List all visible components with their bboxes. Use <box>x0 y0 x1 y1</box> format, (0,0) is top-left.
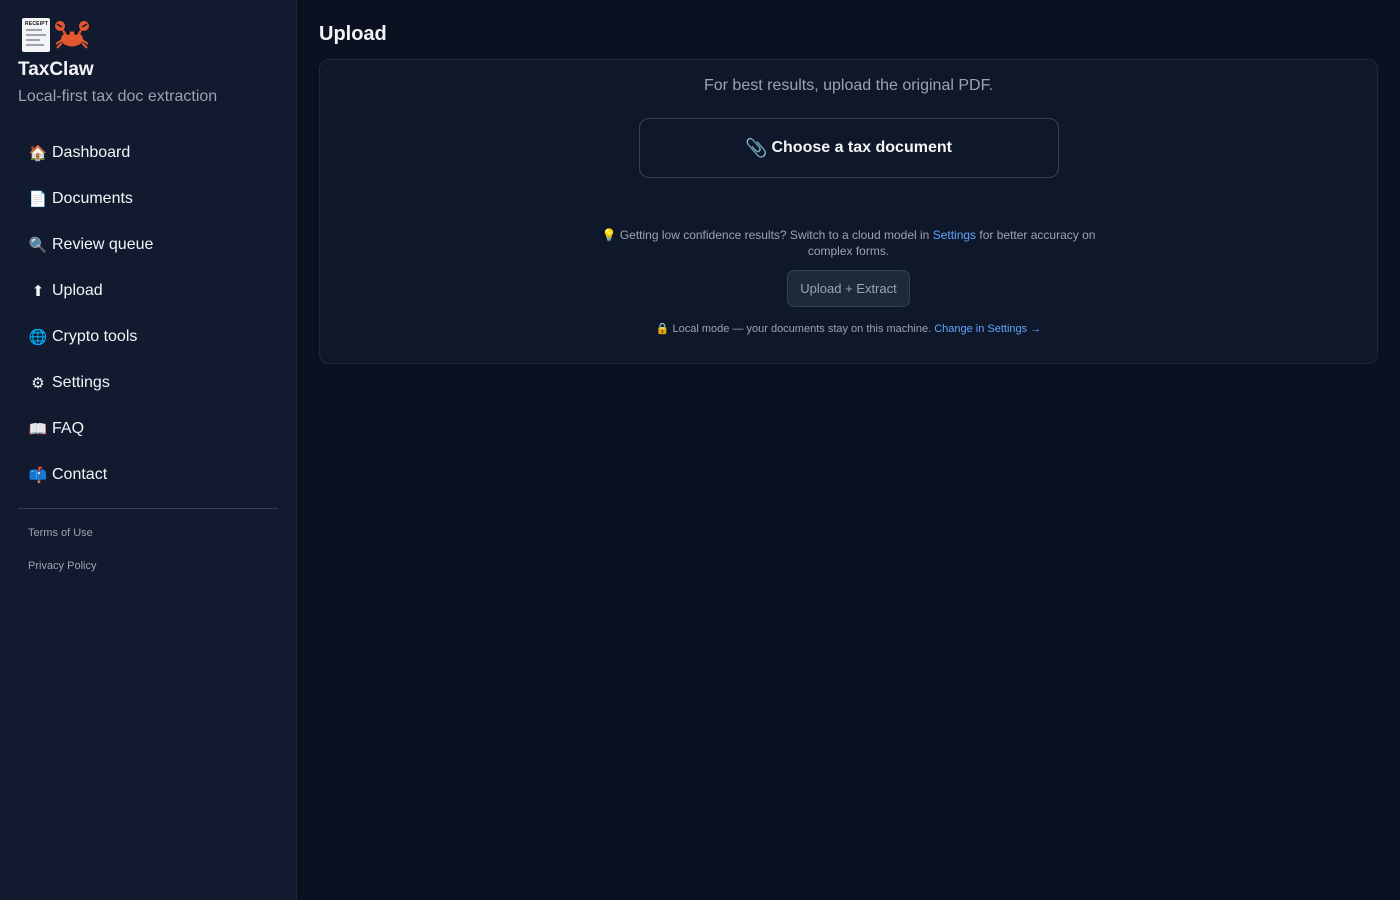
upload-hint: For best results, upload the original PD… <box>703 77 994 94</box>
book-icon: 📖 <box>28 420 48 438</box>
local-mode-text: Local mode — your documents stay on this… <box>672 323 932 335</box>
upload-arrow-icon: ⬆ <box>31 282 45 300</box>
choose-document-button[interactable]: 📎 Choose a tax document <box>638 118 1059 178</box>
sidebar-item-label: Upload <box>52 282 103 299</box>
sidebar-item-label: Review queue <box>52 236 154 253</box>
sidebar-divider <box>18 508 278 509</box>
sidebar-item-review-queue[interactable]: 🔍 Review queue <box>18 222 278 268</box>
sidebar-footer: Terms of Use Privacy Policy <box>18 524 278 590</box>
house-icon: 🏠 <box>28 144 48 162</box>
low-confidence-tip: 💡 Getting low confidence results? Switch… <box>589 227 1109 259</box>
main-content: Upload For best results, upload the orig… <box>297 0 1400 900</box>
change-in-settings-link[interactable]: Change in Settings → <box>934 323 1041 335</box>
tip-text-before: Getting low confidence results? Switch t… <box>619 228 930 242</box>
privacy-policy-link[interactable]: Privacy Policy <box>18 557 278 590</box>
sidebar-item-label: Settings <box>52 374 110 391</box>
page-title: Upload <box>319 23 387 45</box>
upload-extract-button[interactable]: Upload + Extract <box>787 270 910 307</box>
receipt-icon-text: RECEIPT <box>25 21 49 27</box>
sidebar-item-label: Dashboard <box>52 144 131 161</box>
tip-settings-link[interactable]: Settings <box>933 228 976 242</box>
mailbox-icon: 📫 <box>28 466 48 484</box>
magnifier-icon: 🔍 <box>28 236 48 254</box>
brand-logo: RECEIPT <box>18 16 278 54</box>
choose-document-label: Choose a tax document <box>771 139 952 156</box>
sidebar-item-dashboard[interactable]: 🏠 Dashboard <box>18 130 278 176</box>
crab-icon <box>54 18 90 52</box>
sidebar-nav: 🏠 Dashboard 📄 Documents 🔍 Review queue ⬆… <box>18 130 278 498</box>
lock-icon: 🔒 <box>655 322 670 335</box>
document-icon: 📄 <box>28 190 48 208</box>
gear-icon: ⚙ <box>31 374 45 392</box>
receipt-icon: RECEIPT <box>22 18 50 52</box>
app-subtitle: Local-first tax doc extraction <box>18 88 218 105</box>
sidebar-item-documents[interactable]: 📄 Documents <box>18 176 278 222</box>
app-root: RECEIPT TaxClaw Local-first tax doc extr… <box>0 0 1400 900</box>
paperclip-icon: 📎 <box>745 137 768 159</box>
app-title: TaxClaw <box>18 59 94 80</box>
sidebar-item-settings[interactable]: ⚙ Settings <box>18 360 278 406</box>
sidebar-item-contact[interactable]: 📫 Contact <box>18 452 278 498</box>
globe-icon: 🌐 <box>28 328 48 346</box>
sidebar: RECEIPT TaxClaw Local-first tax doc extr… <box>0 0 297 900</box>
lightbulb-icon: 💡 <box>601 228 617 242</box>
sidebar-item-faq[interactable]: 📖 FAQ <box>18 406 278 452</box>
local-mode-note: 🔒 Local mode — your documents stay on th… <box>656 322 1041 336</box>
upload-card: For best results, upload the original PD… <box>319 59 1378 364</box>
sidebar-item-label: FAQ <box>52 420 85 437</box>
sidebar-item-crypto-tools[interactable]: 🌐 Crypto tools <box>18 314 278 360</box>
sidebar-item-label: Crypto tools <box>52 328 138 345</box>
sidebar-item-upload[interactable]: ⬆ Upload <box>18 268 278 314</box>
sidebar-item-label: Documents <box>52 190 133 207</box>
terms-of-use-link[interactable]: Terms of Use <box>18 524 278 557</box>
sidebar-item-label: Contact <box>52 466 108 483</box>
